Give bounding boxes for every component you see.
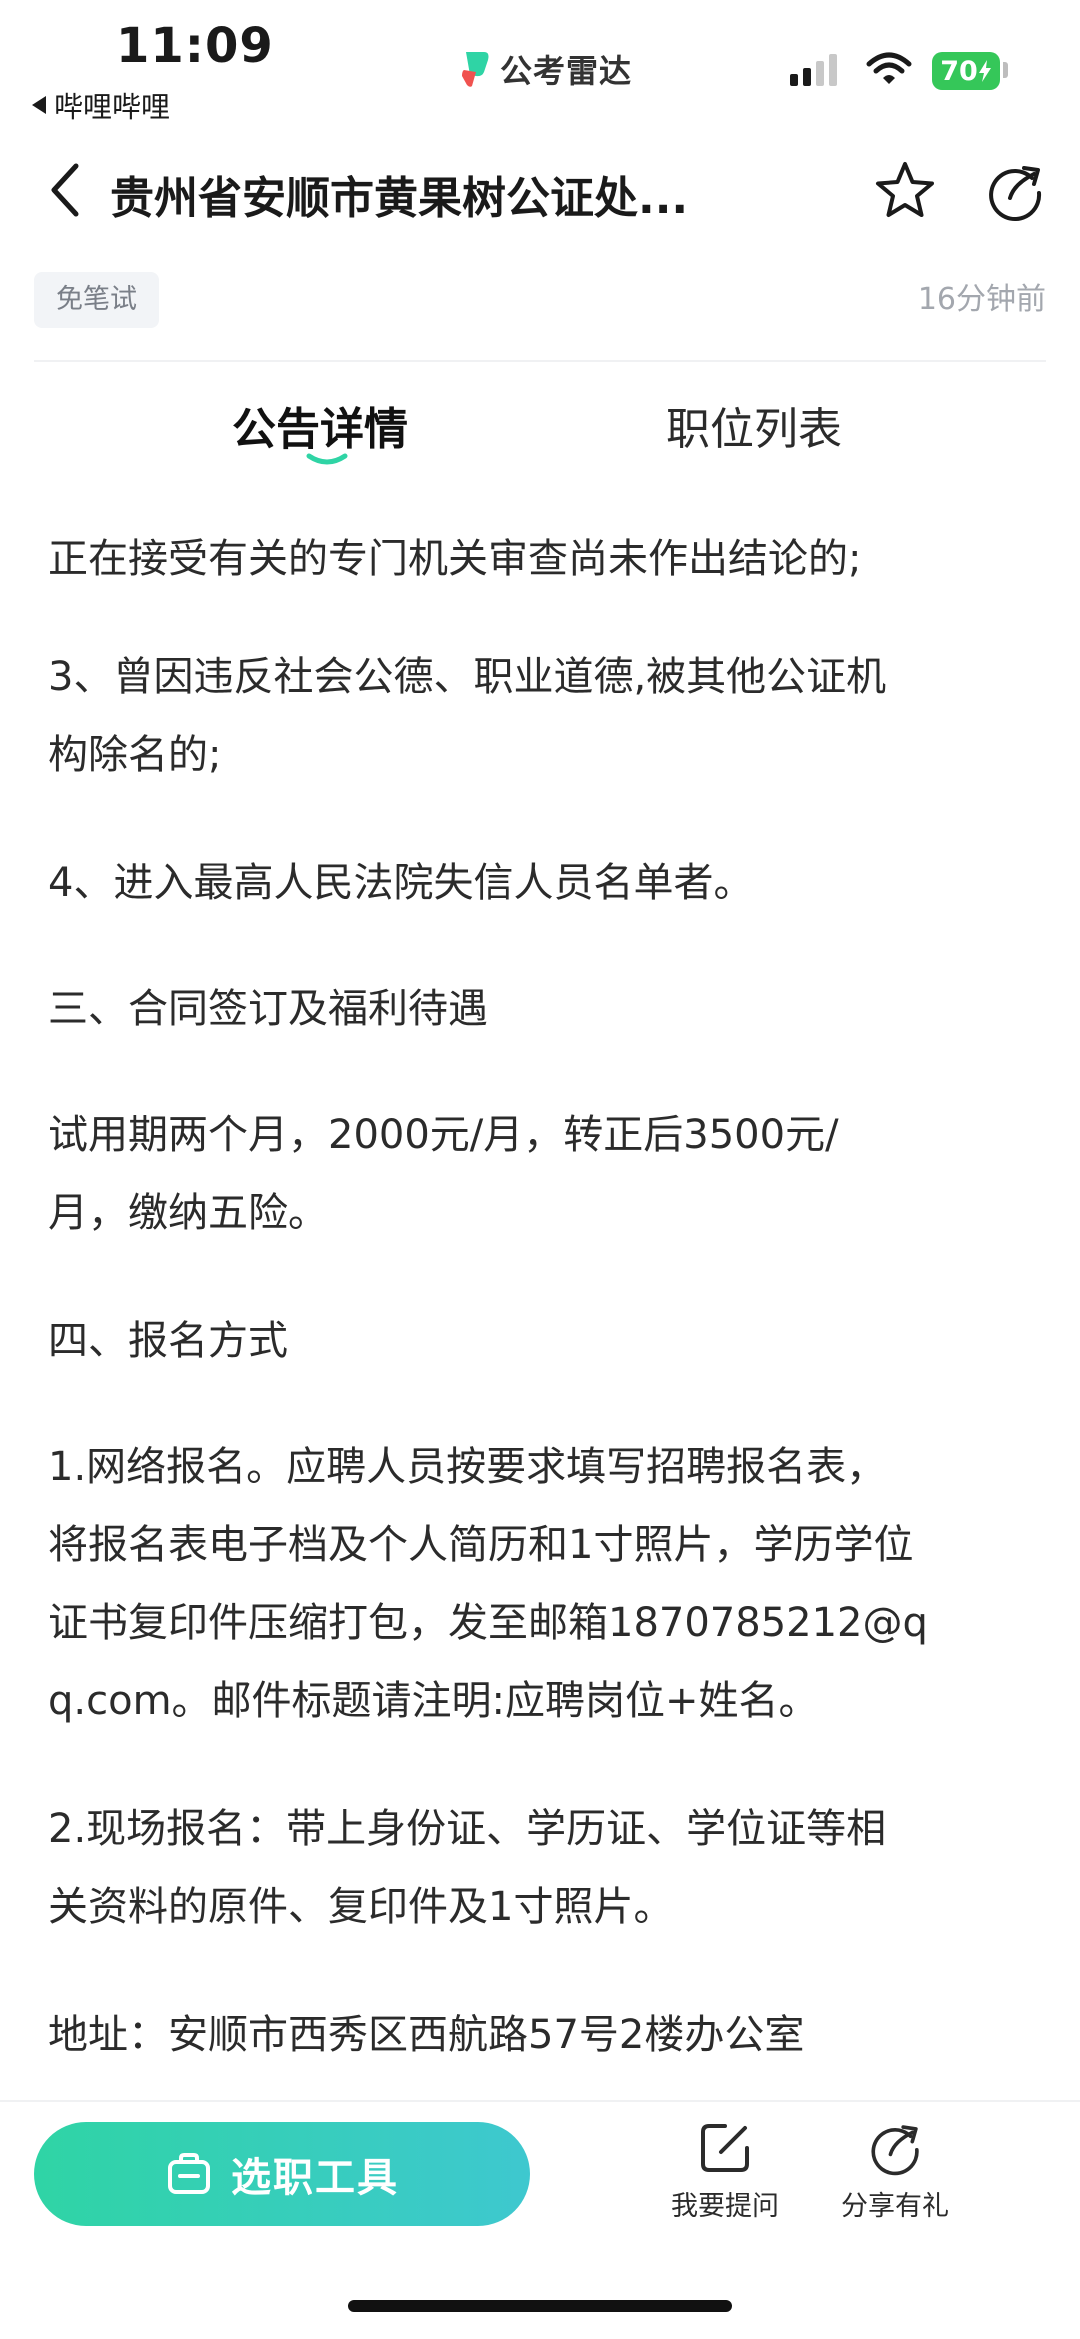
share-reward-button[interactable]: 分享有礼 xyxy=(820,2118,970,2223)
wifi-icon xyxy=(866,52,912,84)
paragraph-item-4: 4、进入最高人民法院失信人员名单者。 xyxy=(48,860,754,906)
signal-icon xyxy=(790,54,837,86)
active-tab-indicator xyxy=(306,453,348,465)
job-tool-icon xyxy=(168,2153,210,2194)
star-icon[interactable] xyxy=(872,158,938,224)
job-tool-label: 选职工具 xyxy=(231,2155,399,2201)
announcement-content[interactable]: 正在接受有关的专门机关审查尚未作出结论的; 3、曾因违反社会公德、职业道德,被其… xyxy=(0,470,1080,2100)
paragraph-salary: 试用期两个月，2000元/月，转正后3500元/ 月，缴纳五险。 xyxy=(48,1112,839,1236)
section-heading-contract: 三、合同签订及福利待遇 xyxy=(48,986,488,1032)
share-icon xyxy=(871,2125,919,2176)
share-reward-label: 分享有礼 xyxy=(841,2191,949,2222)
paragraph-online-registration: 1.网络报名。应聘人员按要求填写招聘报名表， 将报名表电子档及个人简历和1寸照片… xyxy=(48,1444,928,1724)
home-indicator[interactable] xyxy=(348,2300,732,2312)
status-bar: 11:09 哔哩哔哩 公考雷达 70 xyxy=(0,0,1080,130)
share-icon[interactable] xyxy=(982,158,1048,224)
exam-exempt-badge: 免笔试 xyxy=(34,272,159,328)
charging-bolt-icon xyxy=(978,60,991,82)
ask-question-label: 我要提问 xyxy=(671,2191,779,2222)
job-tool-button[interactable]: 选职工具 xyxy=(34,2122,530,2226)
page-title: 贵州省安顺市黄果树公证处... xyxy=(110,173,689,224)
section-heading-registration: 四、报名方式 xyxy=(48,1318,288,1364)
published-time: 16分钟前 xyxy=(917,282,1046,317)
back-to-app-link[interactable]: 哔哩哔哩 xyxy=(32,84,170,126)
paragraph-address: 地址：安顺市西秀区西航路57号2楼办公室 xyxy=(48,2012,805,2058)
edit-icon xyxy=(701,2124,749,2172)
tab-position-list[interactable]: 职位列表 xyxy=(666,400,842,460)
paragraph-onsite-registration: 2.现场报名：带上身份证、学历证、学位证等相 关资料的原件、复印件及1寸照片。 xyxy=(48,1806,887,1930)
battery-level: 70 xyxy=(940,55,978,87)
header: 贵州省安顺市黄果树公证处... xyxy=(0,140,1080,244)
app-logo: 公考雷达 xyxy=(462,46,632,92)
tab-announcement-details[interactable]: 公告详情 xyxy=(232,400,408,460)
back-app-label: 哔哩哔哩 xyxy=(54,90,171,124)
app-logo-icon xyxy=(462,52,489,87)
cut-off-line: 正在接受有关的专门机关审查尚未作出结论的; xyxy=(48,536,862,582)
battery-indicator: 70 xyxy=(932,52,1000,90)
divider xyxy=(34,360,1046,362)
back-arrow-small-icon xyxy=(32,96,46,114)
ask-question-button[interactable]: 我要提问 xyxy=(650,2118,800,2223)
chevron-left-icon[interactable] xyxy=(40,160,96,220)
battery-tip xyxy=(1003,62,1008,78)
status-time: 11:09 xyxy=(116,18,274,74)
paragraph-item-3: 3、曾因违反社会公德、职业道德,被其他公证机 构除名的; xyxy=(48,654,887,778)
app-logo-text: 公考雷达 xyxy=(500,52,633,90)
